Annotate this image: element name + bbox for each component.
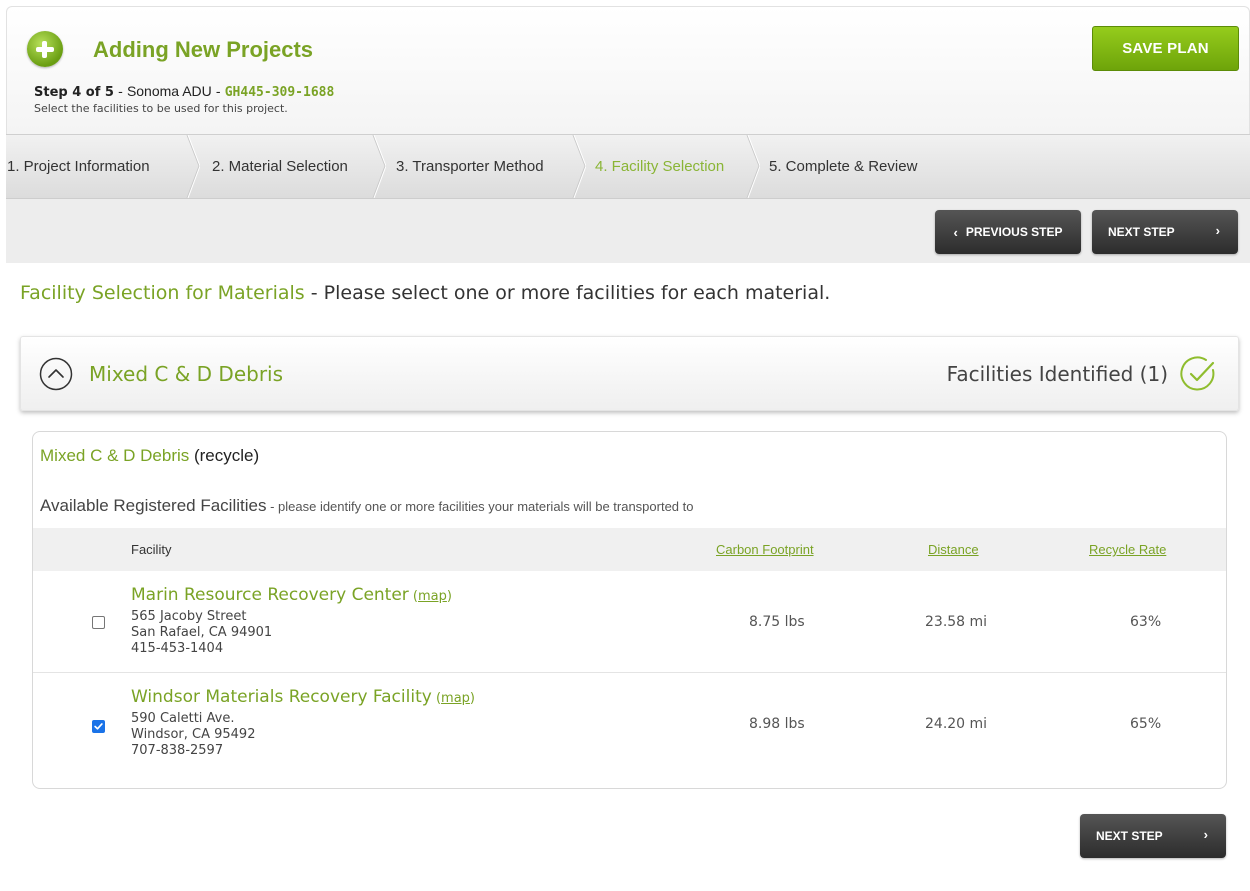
section-heading: Facility Selection for Materials - Pleas… (20, 282, 830, 304)
separator: - (211, 85, 225, 100)
project-name: Sonoma ADU (126, 83, 212, 99)
page-header: Adding New Projects Step 4 of 5 - Sonoma… (6, 6, 1250, 134)
check-circle-icon (1180, 356, 1215, 391)
tab-material-selection[interactable]: 2. Material Selection (212, 135, 348, 198)
tab-project-information[interactable]: 1. Project Information (7, 135, 150, 198)
next-step-button[interactable]: NEXT STEP › (1092, 210, 1238, 254)
panel-title: Mixed C & D Debris (recycle) (40, 446, 259, 466)
tab-facility-selection[interactable]: 4. Facility Selection (595, 135, 724, 198)
accordion-title: Mixed C & D Debris (89, 362, 284, 386)
chevron-left-icon: ‹ (953, 224, 958, 240)
table-row: Marin Resource Recovery Center (map) 565… (33, 571, 1226, 673)
available-facilities-title: Available Registered Facilities (40, 496, 267, 515)
facility-phone: 707-838-2597 (131, 743, 224, 758)
collapse-chevron-up-icon[interactable] (39, 357, 73, 391)
next-step-label: NEXT STEP (1108, 225, 1175, 239)
page-title: Adding New Projects (93, 37, 314, 62)
chevron-separator-icon (746, 135, 760, 198)
facility-street: 590 Caletti Ave. (131, 711, 235, 726)
chevron-separator-icon (572, 135, 586, 198)
facility-name-row: Marin Resource Recovery Center (map) (131, 585, 452, 605)
material-type: (recycle) (189, 446, 260, 465)
section-heading-text: - Please select one or more facilities f… (304, 282, 831, 304)
checkmark-icon (94, 723, 103, 730)
paren: ( (431, 691, 442, 706)
chevron-separator-icon (372, 135, 386, 198)
save-plan-button[interactable]: SAVE PLAN (1092, 26, 1239, 71)
available-facilities-note: - please identify one or more facilities… (266, 499, 694, 514)
paren: ) (469, 691, 475, 706)
facilities-table-header: Facility Carbon Footprint Distance Recyc… (33, 528, 1226, 571)
facilities-identified-status: Facilities Identified (1) (946, 362, 1168, 386)
chevron-right-icon: › (1203, 827, 1208, 842)
next-step-label: NEXT STEP (1096, 829, 1163, 843)
project-code: GH445-309-1688 (224, 85, 335, 100)
paren: ( (408, 589, 419, 604)
step-indicator: Step 4 of 5 - Sonoma ADU - GH445-309-168… (34, 83, 334, 100)
recycle-rate-value: 65% (1130, 716, 1162, 732)
chevron-separator-icon (186, 135, 200, 198)
step-instructions: Select the facilities to be used for thi… (34, 102, 288, 115)
facility-city: San Rafael, CA 94901 (131, 625, 273, 640)
table-row: Windsor Materials Recovery Facility (map… (33, 673, 1226, 775)
chevron-right-icon: › (1215, 223, 1220, 238)
column-facility: Facility (131, 542, 172, 557)
separator: - (113, 85, 127, 100)
paren: ) (446, 589, 452, 604)
previous-step-label: PREVIOUS STEP (965, 225, 1063, 239)
tab-complete-review[interactable]: 5. Complete & Review (769, 135, 917, 198)
facility-street: 565 Jacoby Street (131, 609, 247, 624)
available-facilities-heading: Available Registered Facilities - please… (40, 496, 694, 516)
facility-phone: 415-453-1404 (131, 641, 224, 656)
distance-value: 24.20 mi (925, 716, 988, 732)
step-label: Step 4 of 5 (34, 85, 114, 100)
facility-checkbox-checked[interactable] (92, 720, 105, 733)
map-link[interactable]: map (441, 691, 470, 706)
recycle-rate-value: 63% (1130, 614, 1162, 630)
next-step-button-bottom[interactable]: NEXT STEP › (1080, 814, 1226, 858)
facility-name: Marin Resource Recovery Center (131, 585, 409, 605)
carbon-footprint-value: 8.75 lbs (749, 614, 805, 630)
facility-city: Windsor, CA 95492 (131, 727, 256, 742)
material-facilities-panel: Mixed C & D Debris (recycle) Available R… (32, 431, 1227, 789)
add-circle-icon (27, 31, 63, 67)
sort-carbon-footprint-link[interactable]: Carbon Footprint (716, 542, 814, 557)
carbon-footprint-value: 8.98 lbs (749, 716, 805, 732)
tab-transporter-method[interactable]: 3. Transporter Method (396, 135, 544, 198)
facility-checkbox[interactable] (92, 616, 105, 629)
material-accordion-header[interactable]: Mixed C & D Debris Facilities Identified… (20, 336, 1239, 411)
distance-value: 23.58 mi (925, 614, 988, 630)
sort-recycle-rate-link[interactable]: Recycle Rate (1089, 542, 1166, 557)
map-link[interactable]: map (418, 589, 447, 604)
previous-step-button[interactable]: ‹ PREVIOUS STEP (935, 210, 1081, 254)
material-name: Mixed C & D Debris (40, 446, 190, 465)
wizard-steps: 1. Project Information 2. Material Selec… (6, 134, 1250, 199)
facility-name-row: Windsor Materials Recovery Facility (map… (131, 687, 475, 707)
sort-distance-link[interactable]: Distance (928, 542, 979, 557)
section-heading-title: Facility Selection for Materials (20, 282, 305, 304)
facility-name: Windsor Materials Recovery Facility (131, 687, 432, 707)
